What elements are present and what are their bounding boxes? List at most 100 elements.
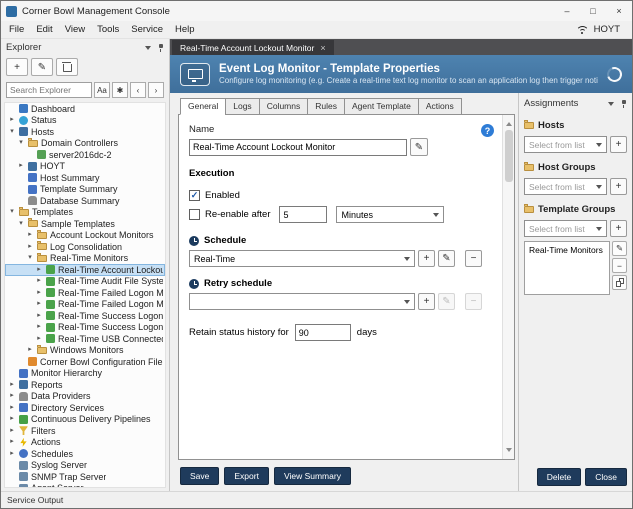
rename-button[interactable]: ✎	[410, 138, 428, 156]
tab-logs[interactable]: Logs	[225, 98, 259, 115]
menu-tools[interactable]: Tools	[91, 24, 125, 35]
enabled-checkbox[interactable]: ✓	[189, 190, 200, 201]
save-button[interactable]: Save	[180, 467, 220, 485]
expander-icon[interactable]: ▸	[35, 289, 43, 297]
expander-icon[interactable]: ▾	[17, 220, 25, 228]
expander-icon[interactable]: ▾	[17, 139, 25, 147]
tab-actions[interactable]: Actions	[417, 98, 462, 115]
tab-close-icon[interactable]: ×	[320, 43, 325, 53]
host-groups-select[interactable]: Select from list	[524, 178, 607, 195]
template-groups-copy-button[interactable]	[612, 275, 627, 290]
minimize-button[interactable]: –	[554, 1, 580, 21]
reenable-checkbox[interactable]	[189, 209, 200, 220]
tree-item-log-consolidation[interactable]: ▸ Log Consolidation	[5, 241, 165, 253]
tree-item-account-lockout-monitors[interactable]: ▸ Account Lockout Monitors	[5, 229, 165, 242]
tree-item-windows-monitors[interactable]: ▸ Windows Monitors	[5, 344, 165, 357]
template-groups-list[interactable]: Real-Time Monitors	[524, 241, 610, 295]
document-tab[interactable]: Real-Time Account Lockout Monitor ×	[172, 40, 334, 55]
tree-item-templates[interactable]: ▾ Templates	[5, 206, 165, 219]
close-button[interactable]: Close	[585, 468, 627, 486]
template-groups-select[interactable]: Select from list	[524, 220, 607, 237]
scroll-up-icon[interactable]	[505, 119, 512, 126]
tree-item-real-time-account-lockout-monito[interactable]: ▸ Real-Time Account Lockout Monito	[5, 264, 165, 276]
expander-icon[interactable]: ▾	[26, 254, 34, 262]
expander-icon[interactable]: ▸	[26, 231, 34, 239]
tree-item-directory-services[interactable]: ▸ Directory Services	[5, 402, 165, 414]
delete-button[interactable]	[56, 58, 78, 76]
expander-icon[interactable]: ▸	[35, 323, 43, 331]
maximize-button[interactable]: □	[580, 1, 606, 21]
tree-item-monitor-hierarchy[interactable]: Monitor Hierarchy	[5, 368, 165, 380]
tree-item-real-time-audit-file-system[interactable]: ▸ Real-Time Audit File System	[5, 276, 165, 288]
expander-icon[interactable]: ▸	[8, 404, 16, 412]
expander-icon[interactable]: ▸	[8, 450, 16, 458]
expander-icon[interactable]: ▸	[8, 392, 16, 400]
expander-icon[interactable]: ▸	[17, 162, 25, 170]
tree-item-database-summary[interactable]: Database Summary	[5, 195, 165, 207]
tab-rules[interactable]: Rules	[307, 98, 344, 115]
form-scrollbar[interactable]	[502, 115, 514, 459]
wildcard-button[interactable]: ✱	[112, 82, 128, 98]
tree-item-sample-templates[interactable]: ▾ Sample Templates	[5, 218, 165, 230]
match-case-button[interactable]: Aa	[94, 82, 110, 98]
delete-button[interactable]: Delete	[536, 468, 582, 486]
tree-item-agent-server[interactable]: Agent Server	[5, 483, 165, 487]
tree-item-hoyt[interactable]: ▸ HOYT	[5, 161, 165, 173]
tree-item-syslog-server[interactable]: Syslog Server	[5, 460, 165, 472]
export-button[interactable]: Export	[224, 467, 269, 485]
tree-item-hosts[interactable]: ▾ Hosts	[5, 126, 165, 138]
find-next-button[interactable]: ›	[148, 82, 164, 98]
tab-general[interactable]: General	[180, 98, 226, 115]
expander-icon[interactable]: ▸	[35, 300, 43, 308]
expander-icon[interactable]: ▸	[8, 381, 16, 389]
tree-item-real-time-failed-logon-monitor-wit[interactable]: ▸ Real-Time Failed Logon Monitor wit	[5, 299, 165, 311]
tree-item-data-providers[interactable]: ▸ Data Providers	[5, 391, 165, 403]
expander-icon[interactable]: ▸	[35, 335, 43, 343]
close-button[interactable]: ×	[606, 1, 632, 21]
expander-icon[interactable]: ▸	[8, 415, 16, 423]
chevron-down-icon[interactable]	[608, 101, 614, 109]
tree-item-domain-controllers[interactable]: ▾ Domain Controllers	[5, 137, 165, 150]
expander-icon[interactable]: ▸	[26, 243, 34, 251]
tree-item-snmp-trap-server[interactable]: SNMP Trap Server	[5, 471, 165, 483]
expander-icon[interactable]: ▸	[35, 277, 43, 285]
tree-item-filters[interactable]: ▸ Filters	[5, 425, 165, 437]
name-input[interactable]	[189, 138, 407, 156]
tree-item-template-summary[interactable]: Template Summary	[5, 184, 165, 196]
expander-icon[interactable]: ▸	[35, 266, 43, 274]
add-retry-schedule-button[interactable]: +	[418, 293, 435, 310]
hosts-add-button[interactable]: +	[610, 136, 627, 153]
tree-item-real-time-failed-logon-monitor[interactable]: ▸ Real-Time Failed Logon Monitor	[5, 287, 165, 299]
tree-item-real-time-success-logon-monitor-v[interactable]: ▸ Real-Time Success Logon Monitor v	[5, 322, 165, 334]
tree-item-real-time-success-logon-monitor[interactable]: ▸ Real-Time Success Logon Monitor	[5, 310, 165, 322]
expander-icon[interactable]: ▸	[8, 438, 16, 446]
view-summary-button[interactable]: View Summary	[273, 467, 351, 485]
host-groups-add-button[interactable]: +	[610, 178, 627, 195]
hosts-select[interactable]: Select from list	[524, 136, 607, 153]
expander-icon[interactable]: ▾	[8, 208, 16, 216]
add-schedule-button[interactable]: +	[418, 250, 435, 267]
tree-item-dashboard[interactable]: Dashboard	[5, 103, 165, 115]
tree-item-server2016dc-2[interactable]: server2016dc-2	[5, 149, 165, 161]
expander-icon[interactable]: ▸	[35, 312, 43, 320]
retain-history-input[interactable]	[294, 324, 351, 341]
pin-icon[interactable]	[156, 43, 164, 52]
tree-item-real-time-usb-connected-disconn[interactable]: ▸ Real-Time USB Connected/Disconn	[5, 333, 165, 345]
template-groups-remove-button[interactable]: −	[612, 258, 627, 273]
menu-service[interactable]: Service	[125, 24, 169, 35]
tab-agent-template[interactable]: Agent Template	[343, 98, 418, 115]
expander-icon[interactable]: ▾	[8, 128, 16, 136]
menu-file[interactable]: File	[3, 24, 30, 35]
help-icon[interactable]: ?	[481, 124, 494, 137]
tree-item-continuous-delivery-pipelines[interactable]: ▸ Continuous Delivery Pipelines	[5, 414, 165, 426]
pin-icon[interactable]	[619, 99, 627, 108]
menu-edit[interactable]: Edit	[30, 24, 58, 35]
template-groups-edit-button[interactable]: ✎	[612, 241, 627, 256]
chevron-down-icon[interactable]	[145, 45, 151, 53]
reenable-value-input[interactable]	[279, 206, 328, 223]
menu-help[interactable]: Help	[169, 24, 201, 35]
search-input[interactable]	[6, 82, 92, 98]
tree-item-real-time-monitors[interactable]: ▾ Real-Time Monitors	[5, 252, 165, 265]
template-groups-item[interactable]: Real-Time Monitors	[525, 243, 609, 257]
edit-button[interactable]: ✎	[31, 58, 53, 76]
